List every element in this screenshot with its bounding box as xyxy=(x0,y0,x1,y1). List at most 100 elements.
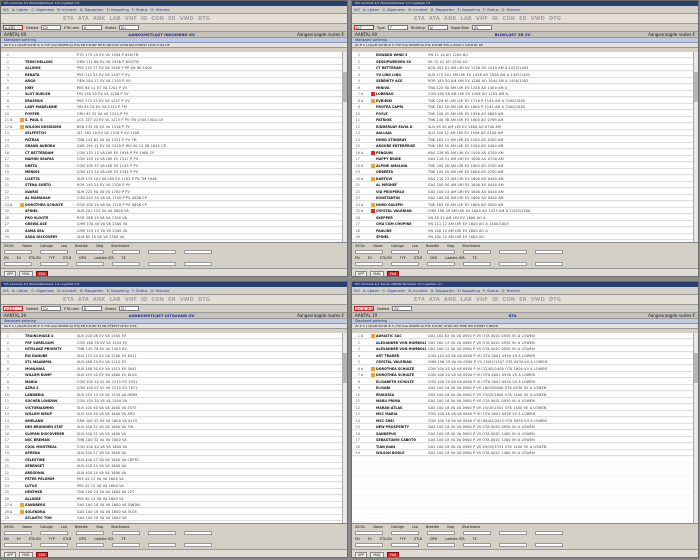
table-row[interactable]: 19 MENDIS CON 125 24 VA LMI EV 1344 P PV xyxy=(1,169,347,175)
menu-item[interactable]: IVS xyxy=(3,289,9,293)
table-row[interactable]: 2 TERSCHELLING OEN 111 66 EV VA 1956 P 850… xyxy=(1,59,347,65)
menu-item[interactable]: G: Historie xyxy=(502,8,521,12)
tab-id[interactable]: ID xyxy=(492,297,498,303)
tab-dtg[interactable]: DTG xyxy=(549,16,561,22)
details-field[interactable] xyxy=(463,262,491,266)
details-field[interactable] xyxy=(391,531,419,535)
table-row[interactable]: 26 PRO SLOOTE ROR 188 19 VA VA 1700 VA xyxy=(1,215,347,221)
table-row[interactable]: 29 SPINEL VN 100 12 AM LMI EV 1600 AO xyxy=(352,234,698,240)
table-row[interactable]: 13 WILLEM WRUP SLN 100 10 VA VA 1600 VA AR… xyxy=(1,411,347,417)
table-row[interactable]: 1 A ADRIATIC SAC GAS 182 62 VA VA 0920 P VI… xyxy=(352,333,698,339)
details-field[interactable] xyxy=(148,531,176,535)
table-row[interactable]: 15 NES BRUNIDEN STAT SLN 100 32 VA VA 1600… xyxy=(1,424,347,430)
filter-field-1[interactable]: A.ATD xyxy=(3,25,23,30)
details-field[interactable] xyxy=(355,250,383,254)
menu-item[interactable]: E: Koppeling xyxy=(458,289,480,293)
vertical-scrollbar[interactable] xyxy=(342,52,347,242)
menu-item[interactable]: F: Status xyxy=(132,8,148,12)
tab-ata[interactable]: ATA xyxy=(429,297,440,303)
table-row[interactable]: 9 AZRA S CON 100 07 VL VA 1215 EV 7871 xyxy=(1,385,347,391)
tab-id[interactable]: ID xyxy=(492,16,498,22)
menu-item[interactable]: B: Incident xyxy=(408,289,427,293)
tab-con[interactable]: CON xyxy=(502,297,515,303)
tab-con[interactable]: CON xyxy=(502,16,515,22)
details-field[interactable] xyxy=(535,250,563,254)
menu-item[interactable]: E: Koppeling xyxy=(458,8,480,12)
details-field[interactable] xyxy=(535,262,563,266)
tab-vwd[interactable]: VWD xyxy=(531,16,545,22)
scrollbar-thumb[interactable] xyxy=(343,72,347,102)
details-field[interactable] xyxy=(4,543,32,547)
details-field[interactable] xyxy=(4,250,32,254)
tab-er[interactable]: ER xyxy=(519,16,527,22)
tab-eta[interactable]: ETA xyxy=(63,297,74,303)
menu-item[interactable]: A: Lijsten xyxy=(363,289,380,293)
table-row[interactable]: 12 A WILSON DUSSNSEN BEN 139 20 EV VA 1316 … xyxy=(1,124,347,130)
table-row[interactable]: 8 ERASMUS PKS 173 25 EV VA 1207 P VV xyxy=(1,98,347,104)
details-field[interactable] xyxy=(76,543,104,547)
table-row[interactable]: 27 CMA CGM CHOPINE VN 111 12 AM LMI EV 160… xyxy=(352,221,698,227)
menu-item[interactable]: F: Status xyxy=(483,8,499,12)
table-row[interactable]: 7 A LOBENAG CON 190 56 AM LMI EV 1456 AO 11… xyxy=(352,91,698,97)
table-row[interactable]: 17 NSC BREMAN TNN 100 32 VA VA 1600 VA xyxy=(1,437,347,443)
table-row[interactable]: 11 MARU PRIMA GAS 100 18 VA VA 0900 P VII … xyxy=(352,398,698,404)
menu-item[interactable]: C: Algemeen xyxy=(382,289,405,293)
tab-dtg[interactable]: DTG xyxy=(549,297,561,303)
menu-item[interactable]: E: Koppeling xyxy=(107,289,129,293)
mail-button[interactable]: MAIL xyxy=(370,270,385,276)
table-row[interactable]: 25 SPINEL SLM 201 122 VA VA 0800 VA xyxy=(1,208,347,214)
menu-item[interactable]: IVS xyxy=(3,8,9,12)
menu-item[interactable]: F: Status xyxy=(483,289,499,293)
table-row[interactable]: 5 SERENITY ACE ROR 185 50 AM LMI EV 1200 A… xyxy=(352,78,698,84)
table-row[interactable]: 9 PROTEA CAPRI TNK 182 50 AM LMI EV 1600 P… xyxy=(352,104,698,110)
tab-er[interactable]: ER xyxy=(168,16,176,22)
details-field[interactable] xyxy=(148,543,176,547)
table-row[interactable]: 21 STENA SORTO ROR 192 24 EV VA 1700 P PV xyxy=(1,182,347,188)
details-field[interactable] xyxy=(4,262,32,266)
mail-button[interactable]: MAIL xyxy=(19,270,34,276)
table-row[interactable]: 17 HAPPY BRIDE GAS 118 51 AM LMI EV 1600 A… xyxy=(352,156,698,162)
table-row[interactable]: 14 MSC SHEI CON 100 18 VA VA 0900 P VII 08… xyxy=(352,418,698,424)
vertical-scrollbar[interactable] xyxy=(342,333,347,523)
tab-ata[interactable]: ATA xyxy=(429,16,440,22)
table-row[interactable]: 10 FOYLE TNK 100 45 AM LMI EV 1956 AO 0609… xyxy=(352,111,698,117)
table-row[interactable]: 3 ALEXANDER VON HUMBOLDT IIGAS 160 12 VA … xyxy=(352,346,698,352)
tab-vwd[interactable]: VWD xyxy=(180,297,194,303)
menu-item[interactable]: B: Incident xyxy=(408,8,427,12)
filter-field-2[interactable]: GV xyxy=(41,25,62,30)
table-row[interactable]: 6 MINIVA TNA 125 50 AM LMI EV 1200 AO 1400… xyxy=(352,85,698,91)
details-field[interactable] xyxy=(184,262,212,266)
table-row[interactable]: 5 CRYSTAL VALERIAN CHM 196 29 VA VA 0900 P… xyxy=(352,359,698,365)
details-field[interactable] xyxy=(148,262,176,266)
details-field[interactable] xyxy=(427,250,455,254)
table-row[interactable]: 4 ART TRADER CON 140 00 VA VA 0900 P VII O… xyxy=(352,353,698,359)
menu-item[interactable]: G: Historie xyxy=(151,289,170,293)
table-row[interactable]: 21 AL MEGHEF GAS 100 50 AM LMI EV 1600 AO … xyxy=(352,182,698,188)
tab-id[interactable]: ID xyxy=(141,297,147,303)
table-row[interactable]: 23 KONSTANTIN HAS 180 26 AM LMI EV 1600 AO… xyxy=(352,195,698,201)
table-row[interactable]: 14 NORD STINGRAY TNK 183 13 AM LMI EV 1500… xyxy=(352,137,698,143)
table-row[interactable]: 28 A SOLENDRA GAS 100 18 VA VA 1600 VA 5L05 xyxy=(1,509,347,515)
tab-vhf[interactable]: VHF xyxy=(476,16,488,22)
details-field[interactable] xyxy=(427,262,455,266)
table-row[interactable]: 11 PATRIOK TNK 140 38 AM LMI EV 1600 AO 07… xyxy=(352,117,698,123)
details-field[interactable] xyxy=(391,262,419,266)
tab-ata[interactable]: ATA xyxy=(78,16,89,22)
menu-item[interactable]: D: Rapporten xyxy=(431,289,455,293)
scrollbar-thumb[interactable] xyxy=(343,353,347,383)
table-row[interactable]: 16 CT RETTERDAM CON 133 15 VA LMI EV 1956 … xyxy=(1,150,347,156)
menu-item[interactable]: C: Algemeen xyxy=(31,289,54,293)
tab-eta[interactable]: ETA xyxy=(63,16,74,22)
tab-lab[interactable]: LAB xyxy=(109,16,120,22)
details-field[interactable] xyxy=(499,250,527,254)
fax-button[interactable]: FAX xyxy=(387,270,400,276)
details-field[interactable] xyxy=(499,531,527,535)
filter-field-4[interactable]: ZV xyxy=(471,25,492,30)
details-field[interactable] xyxy=(40,262,68,266)
table-row[interactable]: 4 EW DANUBE SLN 175 20 EV VA 1200 EV 8411 xyxy=(1,353,347,359)
table-row[interactable]: 18 A ALPINE AMALINA TNK 200 28 AM LMI EV 16… xyxy=(352,163,698,169)
menu-item[interactable]: D: Rapporten xyxy=(431,8,455,12)
tab-con[interactable]: CON xyxy=(151,297,164,303)
details-field[interactable] xyxy=(40,250,68,254)
menu-item[interactable]: C: Algemeen xyxy=(382,8,405,12)
